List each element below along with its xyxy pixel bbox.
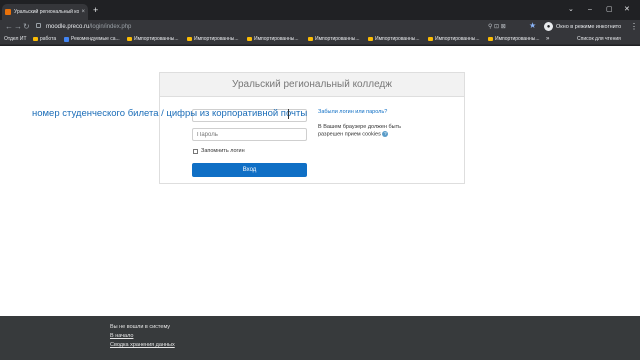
folder-icon (187, 37, 192, 41)
login-card: Уральский региональный колледж Запомнить… (159, 72, 465, 184)
bookmark-folder[interactable]: Импортированны... (247, 35, 299, 43)
address-bar[interactable]: moodle.preco.ru/login/index.php (46, 23, 131, 31)
back-button[interactable]: ← (5, 22, 13, 32)
maximize-button[interactable]: ▢ (606, 6, 613, 13)
help-icon[interactable]: ? (382, 131, 389, 137)
bookmark-folder[interactable]: Импортированны... (127, 35, 179, 43)
page-content: Уральский региональный колледж Запомнить… (0, 46, 640, 316)
bookmark-label: работа (40, 36, 57, 42)
incognito-icon: ● (544, 22, 553, 31)
bookmark-label: Импортированны... (435, 36, 480, 42)
reload-button[interactable]: ↻ (23, 22, 30, 32)
bookmark-folder[interactable]: Импортированны... (488, 35, 540, 43)
bookmark-label: Импортированны... (254, 36, 299, 42)
url-path: /login/index.php (89, 24, 132, 30)
forgot-password-link[interactable]: Забыли логин или пароль? (318, 109, 387, 115)
home-link[interactable]: В начало (110, 333, 133, 340)
text-cursor (288, 109, 289, 119)
bookmark-label: Рекомендуемые са... (71, 36, 120, 42)
login-button[interactable]: Вход (192, 163, 307, 177)
omnibox-action-icons[interactable]: ⚲ ⊡ ⊠ (488, 23, 506, 31)
page-footer: Вы не вошли в систему В начало Сводка хр… (0, 316, 640, 360)
tab-strip: Уральский региональный колле × + ⌄ – ▢ ✕ (0, 0, 640, 20)
checkbox-box[interactable] (193, 148, 198, 154)
site-title: Уральский региональный колледж (232, 79, 392, 90)
folder-icon (308, 37, 313, 41)
reading-list-label: Список для чтения (577, 36, 621, 42)
url-domain: moodle.preco.ru (46, 24, 90, 30)
browser-window: Уральский региональный колле × + ⌄ – ▢ ✕… (0, 0, 640, 360)
bookmark-label: Импортированны... (315, 36, 360, 42)
bookmark-item[interactable]: Рекомендуемые са... (64, 35, 120, 43)
bookmarks-overflow-icon[interactable]: » (546, 35, 549, 43)
minimize-button[interactable]: – (588, 6, 592, 13)
bookmark-label: Отдел ИТ (4, 36, 27, 42)
folder-icon (33, 37, 38, 41)
tab-title: Уральский региональный колле (14, 9, 80, 15)
bookmark-label: Импортированны... (495, 36, 540, 42)
username-annotation: номер студенческого билета / цифры из ко… (32, 108, 308, 119)
folder-icon (428, 37, 433, 41)
bookmark-folder[interactable]: Импортированны... (368, 35, 420, 43)
moodle-favicon-icon (5, 9, 11, 15)
folder-icon (368, 37, 373, 41)
lock-icon[interactable] (36, 23, 41, 28)
new-tab-button[interactable]: + (93, 6, 98, 15)
bookmark-label: Импортированны... (194, 36, 239, 42)
remember-login-label: Запомнить логин (201, 148, 245, 154)
bookmark-star-icon[interactable]: ★ (529, 21, 536, 31)
bookmark-label: Импортированны... (375, 36, 420, 42)
login-status-text: Вы не вошли в систему (110, 324, 171, 330)
bookmark-folder[interactable]: Импортированны... (187, 35, 239, 43)
bing-icon (64, 36, 69, 42)
tab-search-icon[interactable]: ⌄ (568, 6, 574, 13)
remember-login-checkbox[interactable]: Запомнить логин (193, 148, 245, 154)
folder-icon (127, 37, 132, 41)
cookies-notice: В Вашем браузере должен быть разрешен пр… (318, 124, 408, 138)
incognito-profile-button[interactable]: ● Окно в режиме инкогнито (544, 22, 621, 31)
bookmarks-bar: Отдел ИТ работа Рекомендуемые са... Импо… (0, 34, 640, 45)
toolbar: ← → ↻ moodle.preco.ru/login/index.php ⚲ … (0, 20, 640, 34)
close-window-button[interactable]: ✕ (624, 6, 630, 13)
bookmark-label: Импортированны... (134, 36, 179, 42)
password-input[interactable] (192, 128, 307, 141)
folder-icon (247, 37, 252, 41)
reading-list-button[interactable]: Список для чтения (577, 35, 621, 43)
menu-kebab-icon[interactable]: ⋮ (630, 22, 638, 32)
folder-icon (488, 37, 493, 41)
bookmark-folder[interactable]: работа (33, 35, 56, 43)
login-card-header: Уральский региональный колледж (160, 73, 464, 97)
cookies-notice-text: В Вашем браузере должен быть разрешен пр… (318, 124, 401, 138)
forward-button[interactable]: → (14, 22, 22, 32)
tab-close-icon[interactable]: × (81, 9, 85, 15)
bookmark-item[interactable]: Отдел ИТ (4, 35, 27, 43)
bookmark-folder[interactable]: Импортированны... (428, 35, 480, 43)
data-retention-link[interactable]: Сводка хранения данных (110, 342, 175, 349)
tab-active[interactable]: Уральский региональный колле × (2, 4, 88, 20)
bookmark-folder[interactable]: Импортированны... (308, 35, 360, 43)
incognito-label: Окно в режиме инкогнито (556, 23, 622, 30)
